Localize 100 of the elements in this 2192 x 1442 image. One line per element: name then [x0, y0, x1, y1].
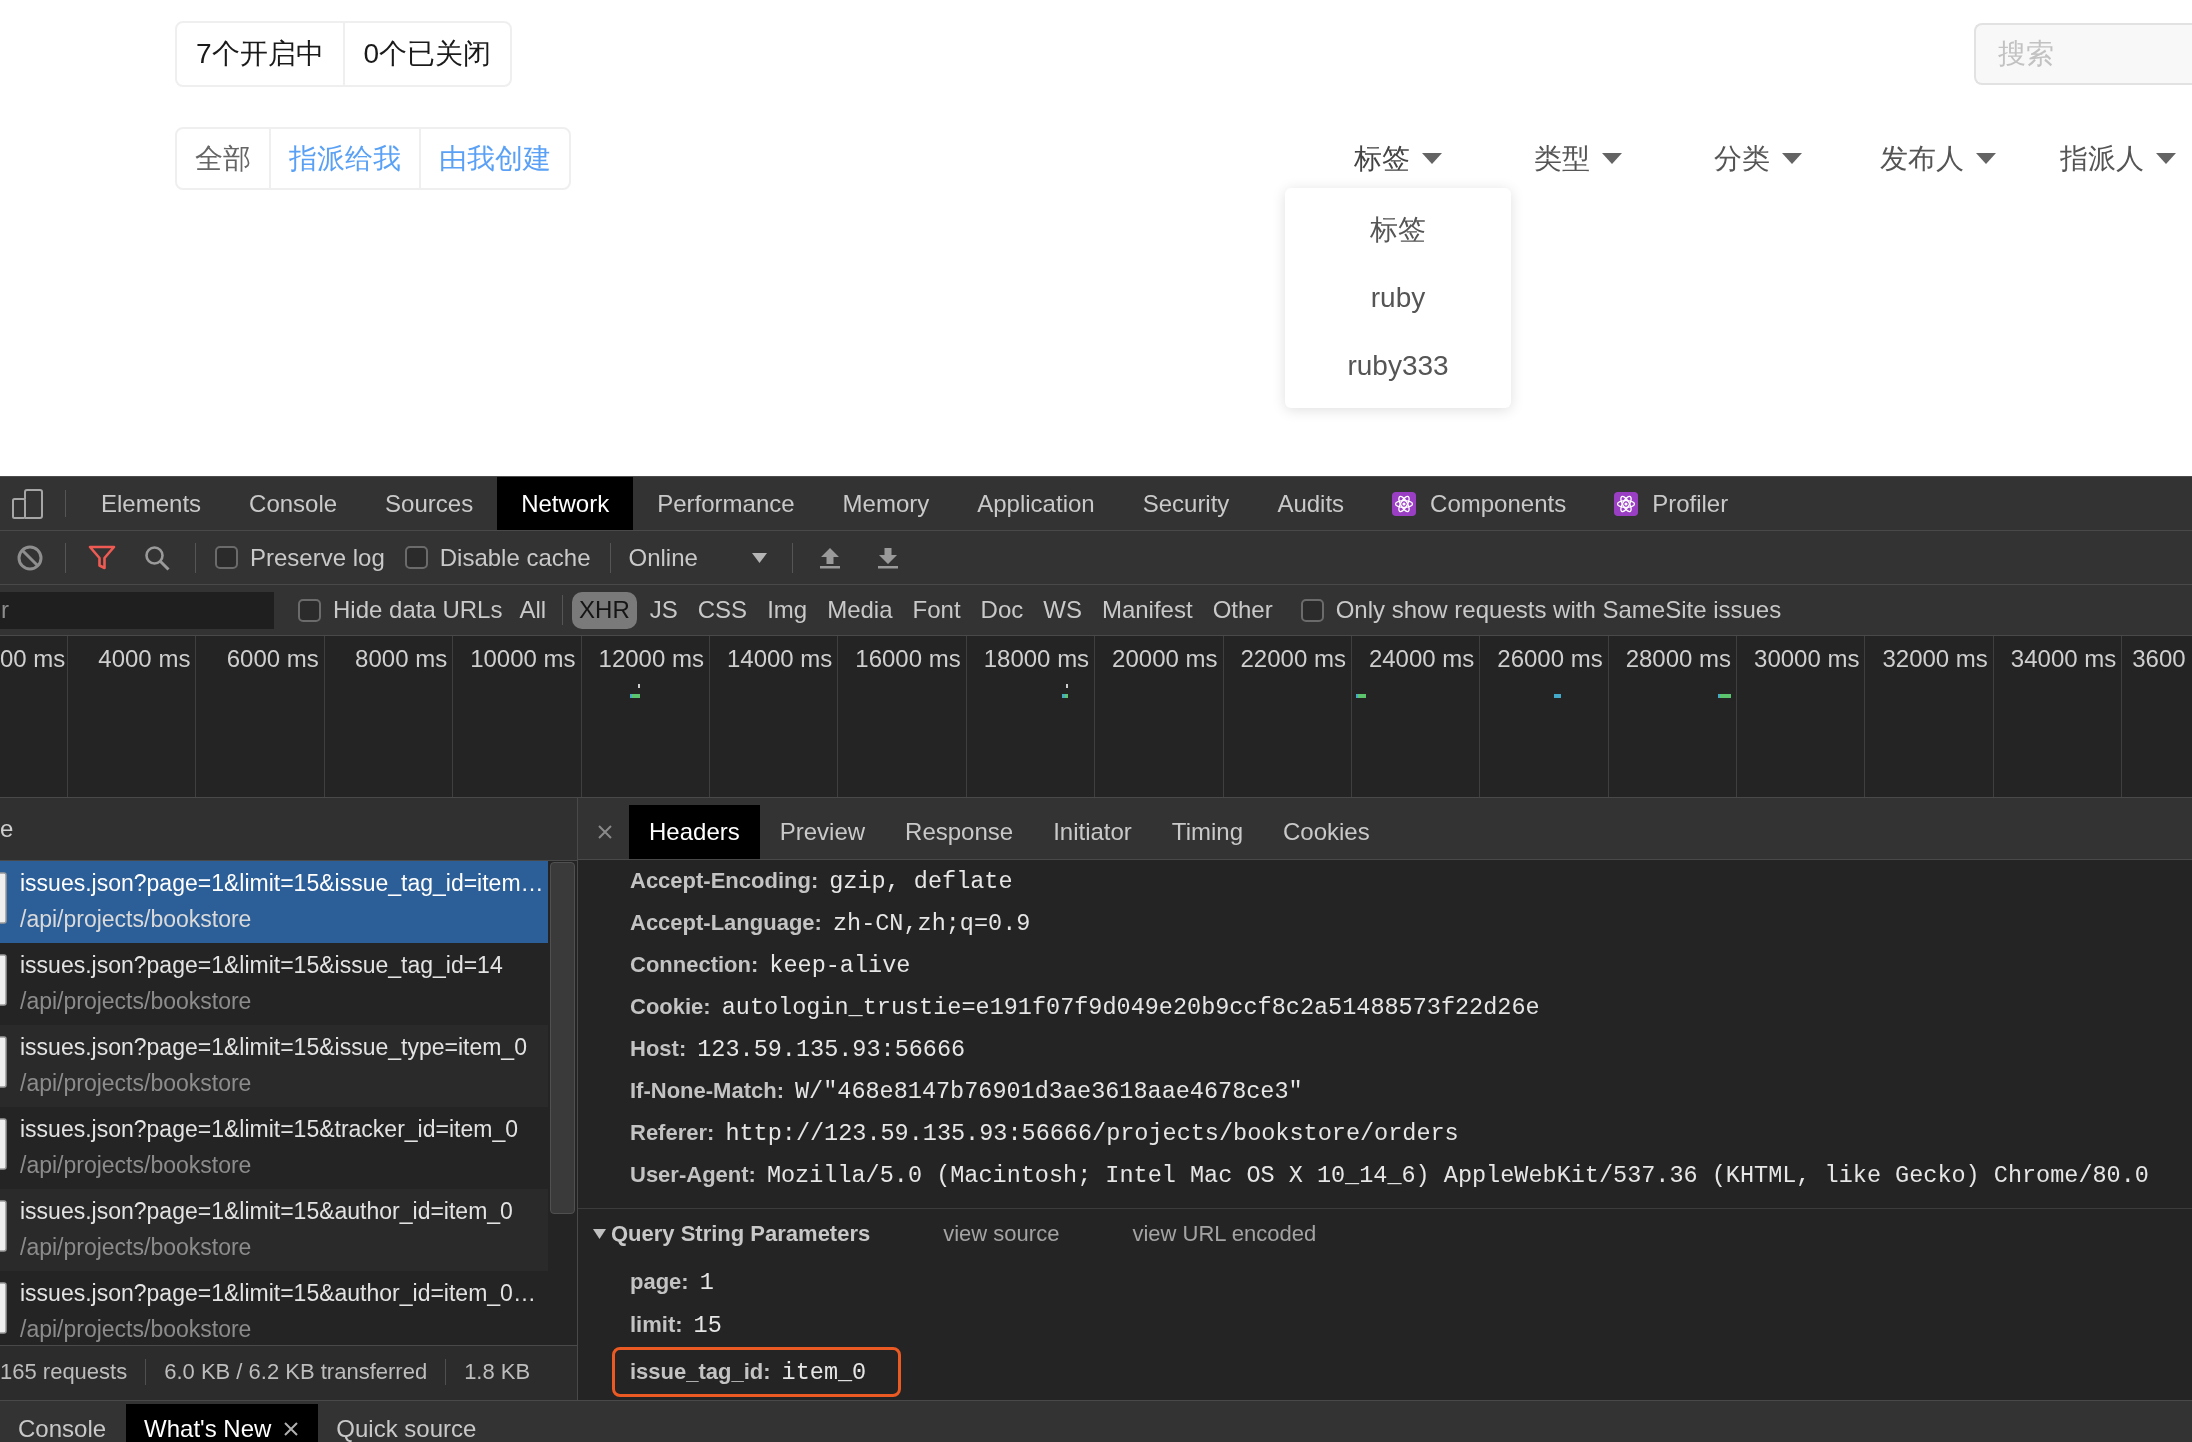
checkbox[interactable]: [298, 598, 321, 622]
request-row[interactable]: issues.json?page=1&limit=15&tracker_id=item_0 /api/projects/bookstore: [0, 1107, 548, 1189]
request-row[interactable]: issues.json?page=1&limit=15&author_id=item_0… /api/projects/bookstore: [0, 1271, 548, 1345]
checkbox-label: Only show requests with SameSite issues: [1335, 596, 1782, 624]
checkbox[interactable]: [1300, 598, 1324, 622]
param-value: 1: [699, 1268, 714, 1298]
status-tab[interactable]: 7个开启中: [177, 23, 343, 85]
filter-dropdown[interactable]: 标签: [1354, 138, 1442, 179]
view-link[interactable]: view source: [943, 1221, 1060, 1247]
checkbox-label: Hide data URLs: [333, 596, 503, 624]
tick-label: 12000 ms: [598, 645, 704, 672]
caret-icon: [1782, 153, 1802, 164]
panel-tab[interactable]: Elements: [77, 477, 226, 530]
type-filter[interactable]: Media: [820, 591, 900, 629]
request-timing-mark: [1062, 684, 1068, 698]
type-filter[interactable]: All: [512, 591, 554, 629]
drawer-tab[interactable]: Quick source: [318, 1404, 497, 1442]
upload-icon[interactable]: [818, 546, 841, 569]
tick-label: 18000 ms: [983, 645, 1090, 672]
detail-tab[interactable]: Timing: [1151, 805, 1263, 859]
panel-tab[interactable]: Audits: [1253, 477, 1369, 530]
type-filter[interactable]: Manifest: [1094, 591, 1200, 629]
panel-tab[interactable]: Performance: [633, 477, 819, 530]
caret-icon: [751, 552, 767, 563]
panel-tab[interactable]: Profiler: [1590, 477, 1753, 530]
panel-tab[interactable]: Application: [953, 477, 1119, 530]
type-filter[interactable]: WS: [1036, 591, 1089, 629]
request-row[interactable]: issues.json?page=1&limit=15&issue_type=item_0 /api/projects/bookstore: [0, 1025, 548, 1107]
scrollbar-thumb[interactable]: [550, 862, 575, 1214]
header-name: Connection:: [630, 951, 759, 979]
param-value: item_0: [781, 1358, 867, 1388]
filter-dropdown[interactable]: 类型: [1534, 138, 1622, 179]
request-timing-mark: [630, 684, 640, 698]
request-path: /api/projects/bookstore: [20, 1315, 253, 1344]
detail-tab[interactable]: Cookies: [1263, 805, 1390, 859]
param-name: limit:: [630, 1311, 683, 1339]
checkbox[interactable]: [215, 546, 238, 569]
detail-tab[interactable]: Response: [885, 805, 1034, 859]
tick-label: 3600: [2132, 645, 2186, 672]
filter-dropdown[interactable]: 分类: [1714, 138, 1802, 179]
menu-item[interactable]: ruby333: [1285, 331, 1511, 400]
param-name: issue_tag_id:: [630, 1358, 771, 1386]
type-filter[interactable]: XHR: [572, 591, 637, 629]
request-path: /api/projects/bookstore: [20, 987, 253, 1016]
type-filter[interactable]: Font: [905, 591, 968, 629]
detail-tab[interactable]: Headers: [629, 805, 760, 859]
type-filter[interactable]: JS: [642, 591, 685, 629]
request-row[interactable]: issues.json?page=1&limit=15&author_id=item_0 /api/projects/bookstore: [0, 1189, 548, 1271]
detail-tab[interactable]: Initiator: [1033, 805, 1152, 859]
devices-icon[interactable]: [12, 488, 43, 519]
menu-item[interactable]: 标签: [1285, 195, 1511, 264]
request-name: issues.json?page=1&limit=15&author_id=item_0: [20, 1197, 513, 1226]
header-value: keep-alive: [769, 951, 911, 981]
filter-icon[interactable]: [88, 544, 116, 571]
caret-icon: [1976, 153, 1996, 164]
filter-dropdown[interactable]: 指派人: [2060, 138, 2176, 179]
request-row[interactable]: issues.json?page=1&limit=15&issue_tag_id=14 /api/projects/bookstore: [0, 943, 548, 1025]
status-tab[interactable]: 0个已关闭: [342, 23, 511, 85]
tick-label: 14000 ms: [726, 645, 833, 672]
request-row[interactable]: issues.json?page=1&limit=15&issue_tag_id=item… /api/projects/bookstore: [0, 861, 548, 943]
file-icon: [0, 1036, 7, 1088]
type-filter[interactable]: Img: [760, 591, 815, 629]
checkbox-label: Disable cache: [439, 543, 591, 572]
panel-tab[interactable]: Network: [497, 477, 634, 530]
type-filter[interactable]: Doc: [973, 591, 1031, 629]
type-filter[interactable]: Other: [1205, 591, 1280, 629]
throttling-select[interactable]: Online: [628, 543, 767, 572]
panel-tab[interactable]: Sources: [361, 477, 498, 530]
panel-tab[interactable]: Memory: [818, 477, 954, 530]
filter-field[interactable]: r: [0, 591, 274, 629]
tick-label: 22000 ms: [1240, 645, 1346, 672]
tick-label: 6000 ms: [226, 645, 319, 672]
close-icon[interactable]: [284, 1421, 299, 1436]
panel-tab[interactable]: Console: [225, 477, 362, 530]
filter-dropdown[interactable]: 发布人: [1880, 138, 1996, 179]
file-icon: [0, 1118, 7, 1170]
request-timing-mark: [1718, 694, 1731, 698]
search-icon[interactable]: [144, 544, 170, 571]
header-name: Accept-Language:: [630, 909, 822, 937]
header-value: http://123.59.135.93:56666/projects/bookstore/orders: [725, 1119, 1459, 1149]
detail-tab[interactable]: Preview: [759, 805, 886, 859]
request-path: /api/projects/bookstore: [20, 1069, 253, 1098]
drawer-tab[interactable]: What's New: [126, 1404, 319, 1442]
type-filter[interactable]: CSS: [690, 591, 755, 629]
view-link[interactable]: view URL encoded: [1132, 1221, 1317, 1247]
download-icon[interactable]: [876, 546, 899, 569]
column-header[interactable]: e: [0, 815, 14, 843]
expand-triangle-icon[interactable]: [593, 1229, 606, 1239]
drawer-tab[interactable]: Console: [0, 1404, 127, 1442]
panel-tab[interactable]: Security: [1118, 477, 1254, 530]
checkbox[interactable]: [404, 546, 428, 569]
request-path: /api/projects/bookstore: [20, 1151, 253, 1180]
panel-tab[interactable]: Components: [1368, 477, 1591, 530]
atom-icon: [1392, 491, 1417, 516]
scope-tab[interactable]: 全部: [177, 129, 269, 188]
tick-label: 16000 ms: [855, 645, 961, 672]
param-name: page:: [630, 1268, 689, 1296]
menu-item[interactable]: ruby: [1285, 263, 1511, 332]
block-icon[interactable]: [17, 544, 43, 571]
section-title[interactable]: Query String Parameters: [611, 1221, 871, 1247]
